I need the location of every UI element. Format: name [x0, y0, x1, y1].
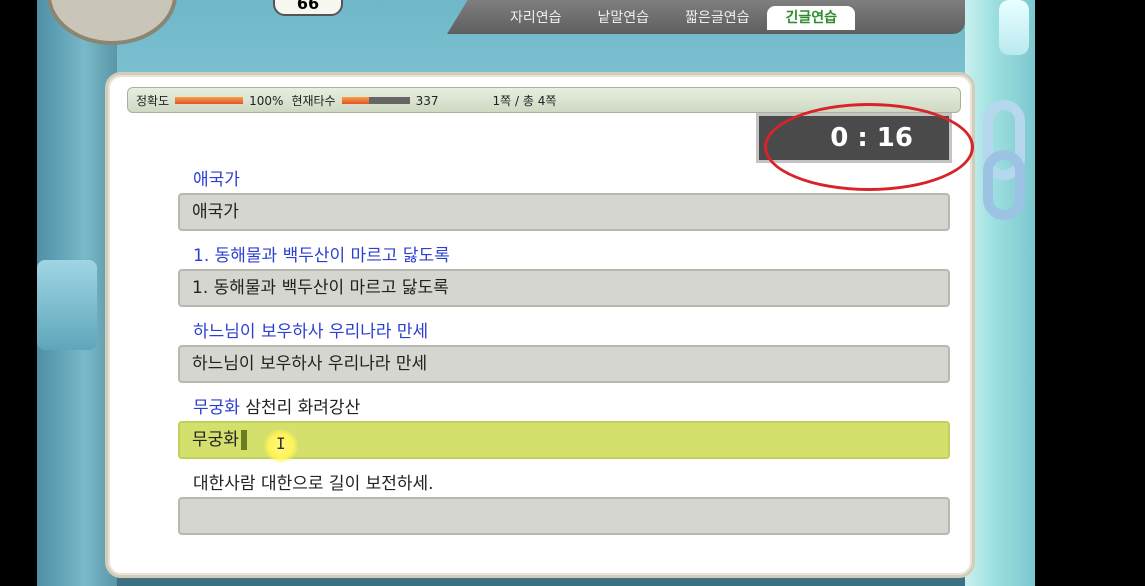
- typing-lines: 애국가 애국가 1. 동해물과 백두산이 마르고 닳도록 1. 동해물과 백두산…: [178, 161, 950, 541]
- speed-value: 337: [415, 93, 439, 108]
- text-caret: [240, 430, 247, 450]
- typed-text: 무궁화: [192, 430, 239, 450]
- speed-bar: [341, 97, 410, 104]
- practice-tabs: 자리연습 낱말연습 짧은글연습 긴글연습: [492, 6, 855, 30]
- typing-panel: 정확도 100% 현재타수 337 1쪽 / 총 4쪽 0 : 16 애국가 애…: [105, 72, 975, 578]
- page-indicator: 1쪽 / 총 4쪽: [492, 94, 557, 108]
- typing-input[interactable]: 하느님이 보우하사 우리나라 만세: [178, 345, 950, 383]
- background-decoration: [37, 260, 97, 350]
- prompt-text: 1. 동해물과 백두산이 마르고 닳도록: [193, 246, 450, 266]
- ibeam-cursor-icon: I: [276, 434, 286, 453]
- line-item: 대한사람 대한으로 길이 보전하세.: [178, 465, 950, 541]
- prompt-remaining-part: 삼천리 화려강산: [239, 398, 361, 418]
- speed-label: 현재타수: [291, 94, 336, 108]
- bottle-decoration: [999, 0, 1029, 55]
- line-item: 1. 동해물과 백두산이 마르고 닳도록 1. 동해물과 백두산이 마르고 닳도…: [178, 237, 950, 313]
- prompt-text: 대한사람 대한으로 길이 보전하세.: [193, 474, 434, 494]
- tab-word-practice[interactable]: 낱말연습: [580, 6, 668, 30]
- accuracy-value: 100%: [249, 93, 284, 108]
- ring-decoration: [983, 150, 1025, 220]
- prompt-text: 애국가: [193, 170, 240, 190]
- accuracy-bar: [175, 97, 244, 104]
- tab-short-text-practice[interactable]: 짧은글연습: [667, 6, 767, 30]
- line-item: 무궁화 삼천리 화려강산 무궁화 I: [178, 389, 950, 465]
- typing-input[interactable]: [178, 497, 950, 535]
- tab-long-text-practice[interactable]: 긴글연습: [767, 6, 855, 30]
- typing-input[interactable]: 애국가: [178, 193, 950, 231]
- tab-key-practice[interactable]: 자리연습: [492, 6, 580, 30]
- speed-bar-fill: [341, 97, 369, 104]
- level-counter: 66: [273, 0, 343, 16]
- typing-input[interactable]: 1. 동해물과 백두산이 마르고 닳도록: [178, 269, 950, 307]
- prompt-text: 무궁화 삼천리 화려강산: [193, 393, 360, 418]
- background-right: [965, 0, 1035, 586]
- accuracy-label: 정확도: [136, 94, 170, 108]
- line-item: 하느님이 보우하사 우리나라 만세 하느님이 보우하사 우리나라 만세: [178, 313, 950, 389]
- prompt-text: 하느님이 보우하사 우리나라 만세: [193, 322, 429, 342]
- line-item: 애국가 애국가: [178, 161, 950, 237]
- accuracy-bar-fill: [175, 97, 244, 104]
- prompt-typed-part: 무궁화: [193, 398, 240, 418]
- active-typing-input[interactable]: 무궁화 I: [178, 421, 950, 463]
- game-window: 66 자리연습 낱말연습 짧은글연습 긴글연습 정확도 100% 현재타수 33…: [37, 0, 1035, 586]
